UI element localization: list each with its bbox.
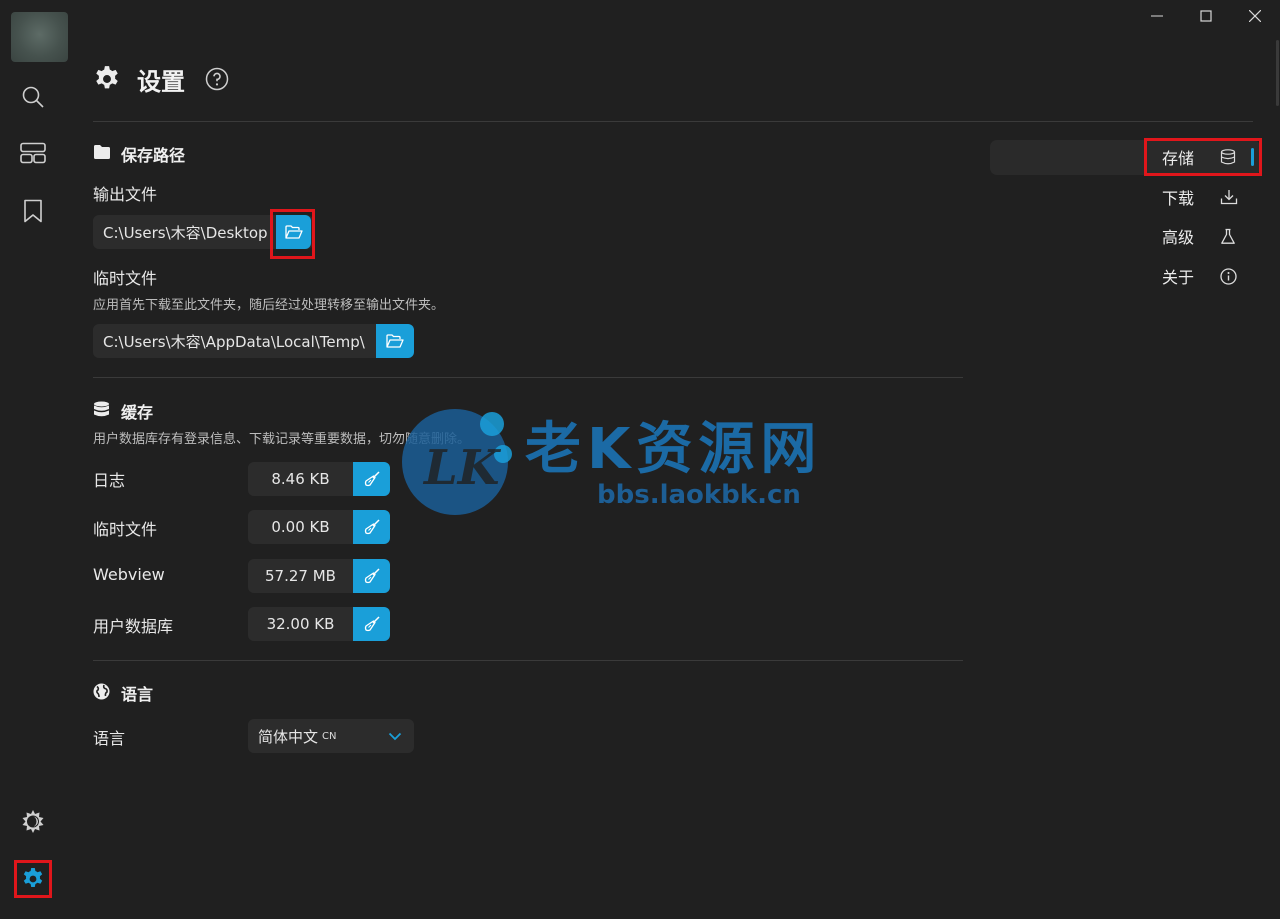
cache-row-temp: 0.00 KB [248,510,390,544]
section-divider [93,660,963,661]
flask-icon [1220,228,1236,245]
folder-icon [93,144,111,160]
language-code: CN [322,730,337,742]
watermark-logo-text: LK [422,440,502,496]
temp-file-description: 应用首先下载至此文件夹，随后经过处理转移至输出文件夹。 [93,298,445,313]
cache-row-label: Webview [93,565,165,584]
cache-section-title: 缓存 [121,403,154,422]
nav-item-label: 关于 [1162,268,1195,287]
maximize-button[interactable] [1186,5,1226,27]
nav-item-about[interactable]: 关于 [1160,261,1260,291]
avatar[interactable] [11,12,68,62]
cache-row-label: 用户数据库 [93,617,174,636]
cache-size-value: 57.27 MB [265,567,336,585]
settings-icon[interactable] [14,860,52,898]
language-selected: 简体中文 [258,727,319,746]
bookmark-icon[interactable] [17,195,49,227]
watermark-logo: LK [400,402,520,520]
info-icon [1220,267,1237,285]
temp-path-value: C:\Users\木容\AppData\Local\Temp\ [103,332,365,351]
folder-open-icon [284,225,303,239]
cache-row-userdb: 32.00 KB [248,607,390,641]
cache-row-label: 日志 [93,471,126,490]
broom-icon [364,519,380,535]
nav-item-label: 存储 [1162,149,1195,168]
cache-row-label: 临时文件 [93,520,158,539]
broom-icon [364,568,380,584]
temp-file-label: 临时文件 [93,269,158,288]
clear-webview-button[interactable] [353,559,390,593]
minimize-button[interactable] [1137,5,1177,27]
database-outline-icon [1220,149,1236,165]
section-divider [93,377,963,378]
output-browse-button[interactable] [276,215,311,249]
scrollbar[interactable] [1276,40,1279,106]
folder-open-icon [386,334,404,348]
cache-row-webview: 57.27 MB [248,559,390,593]
cache-row-log: 8.46 KB [248,462,390,496]
broom-icon [364,471,380,487]
search-icon[interactable] [17,81,49,113]
layout-icon[interactable] [17,137,49,169]
cache-size-value: 32.00 KB [266,615,335,633]
nav-item-advanced[interactable]: 高级 [1160,221,1260,251]
download-icon [1220,189,1238,205]
language-select[interactable]: 简体中文 CN [248,719,414,753]
output-file-label: 输出文件 [93,185,158,204]
broom-icon [364,616,380,632]
watermark-text: 老K资源网 [525,417,823,482]
nav-active-indicator [1251,148,1254,166]
settings-header-icon [93,65,121,93]
nav-item-download[interactable]: 下载 [1160,182,1260,212]
nav-item-label: 高级 [1162,228,1195,247]
globe-icon [93,683,110,700]
clear-log-button[interactable] [353,462,390,496]
output-path-value: C:\Users\木容\Desktop [103,223,268,242]
database-icon [93,401,110,418]
watermark-url: bbs.laokbk.cn [597,480,801,510]
temp-browse-button[interactable] [376,324,414,358]
cache-size-value: 0.00 KB [271,518,330,536]
header-divider [93,121,1253,122]
clear-userdb-button[interactable] [353,607,390,641]
temp-path-field[interactable]: C:\Users\木容\AppData\Local\Temp\ [93,324,414,358]
language-label: 语言 [93,729,126,748]
theme-icon[interactable] [17,806,49,838]
storage-section-title: 保存路径 [121,146,186,165]
nav-item-storage[interactable]: 存储 [1160,142,1260,172]
cache-size-value: 8.46 KB [271,470,330,488]
chevron-down-icon [388,732,402,741]
question-circle-icon[interactable] [205,67,229,91]
close-button[interactable] [1235,5,1275,27]
clear-temp-button[interactable] [353,510,390,544]
nav-item-label: 下载 [1162,189,1195,208]
sidebar [0,0,68,919]
page-title: 设置 [137,68,185,96]
language-section-title: 语言 [121,685,154,704]
